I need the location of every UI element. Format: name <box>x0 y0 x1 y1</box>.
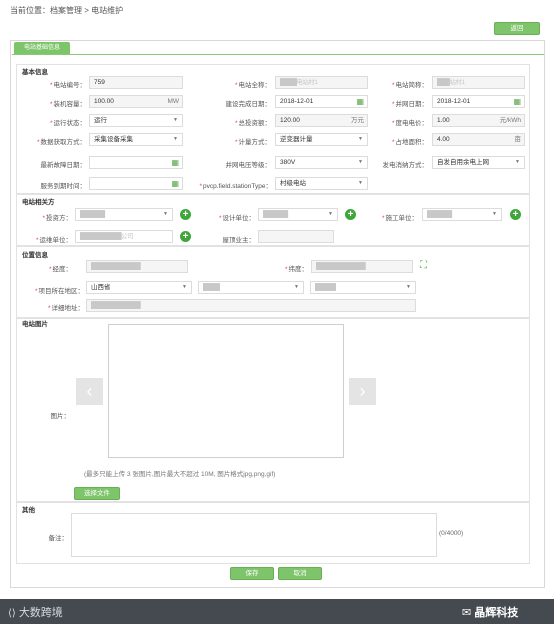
caret-down-icon: ▼ <box>515 159 520 165</box>
station-no-label: *电站编号： <box>49 82 86 89</box>
last-fault-label: 最新故障日期： <box>40 162 87 169</box>
caret-down-icon: ▼ <box>358 136 363 142</box>
image-preview-area[interactable] <box>108 324 344 458</box>
builder-label: *施工单位： <box>381 215 418 222</box>
caret-down-icon: ▼ <box>406 284 411 290</box>
service-end-date-field[interactable]: ▦ <box>89 177 183 190</box>
add-investor-button[interactable]: + <box>180 209 191 220</box>
data-mode-select[interactable]: 采集设备采集 ▼ <box>89 133 183 146</box>
caret-down-icon: ▼ <box>182 284 187 290</box>
total-invest-field[interactable]: 120.00 万元 <box>275 114 368 127</box>
roof-owner-label: 屋顶业主： <box>222 237 256 244</box>
designer-select[interactable]: ██████ ▼ <box>258 208 338 221</box>
investor-select[interactable]: ██████ ▼ <box>75 208 173 221</box>
map-icon[interactable]: ⛶ <box>420 260 427 271</box>
address-label: *详细地址： <box>47 305 84 312</box>
remark-label: 备注： <box>48 535 69 542</box>
wechat-icon: ✉ <box>462 607 472 619</box>
caret-down-icon: ▼ <box>328 211 333 217</box>
run-state-select[interactable]: 运行 ▼ <box>89 114 183 127</box>
station-fullname-field[interactable]: ████电站村1 <box>275 76 368 89</box>
next-image-button[interactable]: › <box>349 378 376 405</box>
lng-label: *经度： <box>48 266 72 273</box>
price-field[interactable]: 1.00 元/kWh <box>432 114 525 127</box>
price-label: *度电电价： <box>391 120 428 127</box>
operator-select[interactable]: ██████████公司 <box>75 230 173 243</box>
province-select[interactable]: 山西省 ▼ <box>86 281 192 294</box>
consume-select[interactable]: 自发自用余电上网 ▼ <box>432 156 525 169</box>
station-no-field[interactable]: 759 <box>89 76 183 89</box>
related-parties-title: 电站相关方 <box>22 199 55 206</box>
metering-label: *计量方式： <box>234 139 271 146</box>
caret-down-icon: ▼ <box>173 136 178 142</box>
back-button[interactable]: 返回 <box>494 22 540 35</box>
add-builder-button[interactable]: + <box>510 209 521 220</box>
tab-divider <box>12 54 544 55</box>
caret-down-icon: ▼ <box>358 180 363 186</box>
roof-owner-field[interactable] <box>258 230 334 243</box>
caret-down-icon: ▼ <box>294 284 299 290</box>
consume-label: 发电消纳方式： <box>382 162 429 169</box>
other-title: 其他 <box>22 507 35 514</box>
add-operator-button[interactable]: + <box>180 231 191 242</box>
service-end-label: 服务到期时间： <box>40 183 87 190</box>
area-label: *占地面积： <box>391 139 428 146</box>
image-label: 图片： <box>50 413 71 420</box>
station-short-field[interactable]: ███站村1 <box>432 76 525 89</box>
watermark-right: ✉ 晶辉科技 <box>462 607 519 619</box>
build-date-label: 建设完成日期： <box>225 101 272 108</box>
watermark-logo-icon: ⟨⟩ <box>8 608 16 619</box>
operator-label: *运维单位： <box>35 237 72 244</box>
prev-image-button[interactable]: ‹ <box>76 378 103 405</box>
capacity-label: *装机容量： <box>49 101 86 108</box>
data-mode-label: *数据获取方式： <box>36 139 86 146</box>
grid-date-label: *并网日期： <box>391 101 428 108</box>
build-date-field[interactable]: 2018-12-01 ▦ <box>275 95 368 108</box>
pictures-title: 电站图片 <box>22 321 48 328</box>
add-designer-button[interactable]: + <box>345 209 356 220</box>
save-button[interactable]: 保存 <box>230 567 274 580</box>
grid-date-field[interactable]: 2018-12-01 ▦ <box>432 95 525 108</box>
calendar-icon[interactable]: ▦ <box>171 178 179 189</box>
lat-field[interactable]: ████████████ <box>311 260 413 273</box>
station-short-label: *电站简称： <box>391 82 428 89</box>
calendar-icon[interactable]: ▦ <box>513 96 521 107</box>
upload-hint: (最多只能上传 3 张图片,图片最大不超过 10M, 图片格式jpg,png,g… <box>84 471 276 478</box>
basic-info-title: 基本信息 <box>22 69 48 76</box>
lat-label: *纬度： <box>284 266 308 273</box>
watermark-left: ⟨⟩ 大数跨境 <box>8 607 63 619</box>
address-field[interactable]: ████████████ <box>86 299 416 312</box>
county-select[interactable]: █████ ▼ <box>310 281 416 294</box>
pvcp-station-type-select[interactable]: 村级电站 ▼ <box>275 177 368 190</box>
caret-down-icon: ▼ <box>163 211 168 217</box>
breadcrumb: 当前位置：档案管理 > 电站维护 <box>10 6 124 15</box>
total-invest-label: *总投资额： <box>234 120 271 127</box>
caret-down-icon: ▼ <box>358 159 363 165</box>
metering-select[interactable]: 逆变器计量 ▼ <box>275 133 368 146</box>
pvcp-station-type-label: *pvcp.field.stationType： <box>199 183 272 190</box>
station-fullname-label: *电站全称： <box>234 82 271 89</box>
cancel-button[interactable]: 取消 <box>278 567 322 580</box>
caret-down-icon: ▼ <box>492 211 497 217</box>
capacity-field[interactable]: 100.00 MW <box>89 95 183 108</box>
builder-select[interactable]: ██████ ▼ <box>422 208 502 221</box>
choose-file-button[interactable]: 选择文件 <box>74 487 120 500</box>
remark-textarea[interactable] <box>71 513 437 557</box>
region-label: *项目所在地区： <box>34 288 84 295</box>
voltage-label: 并网电压等级： <box>225 162 272 169</box>
caret-down-icon: ▼ <box>173 117 178 123</box>
calendar-icon[interactable]: ▦ <box>171 157 179 168</box>
last-fault-date-field[interactable]: ▦ <box>89 156 183 169</box>
area-field[interactable]: 4.00 亩 <box>432 133 525 146</box>
run-state-label: *运行状态： <box>49 120 86 127</box>
city-select[interactable]: ████ ▼ <box>198 281 304 294</box>
voltage-select[interactable]: 380V ▼ <box>275 156 368 169</box>
location-title: 位置信息 <box>22 252 48 259</box>
remark-char-counter: (0/4000) <box>439 530 464 537</box>
calendar-icon[interactable]: ▦ <box>356 96 364 107</box>
investor-label: *投资方： <box>42 215 72 222</box>
lng-field[interactable]: ████████████ <box>86 260 188 273</box>
designer-label: *设计单位： <box>218 215 255 222</box>
